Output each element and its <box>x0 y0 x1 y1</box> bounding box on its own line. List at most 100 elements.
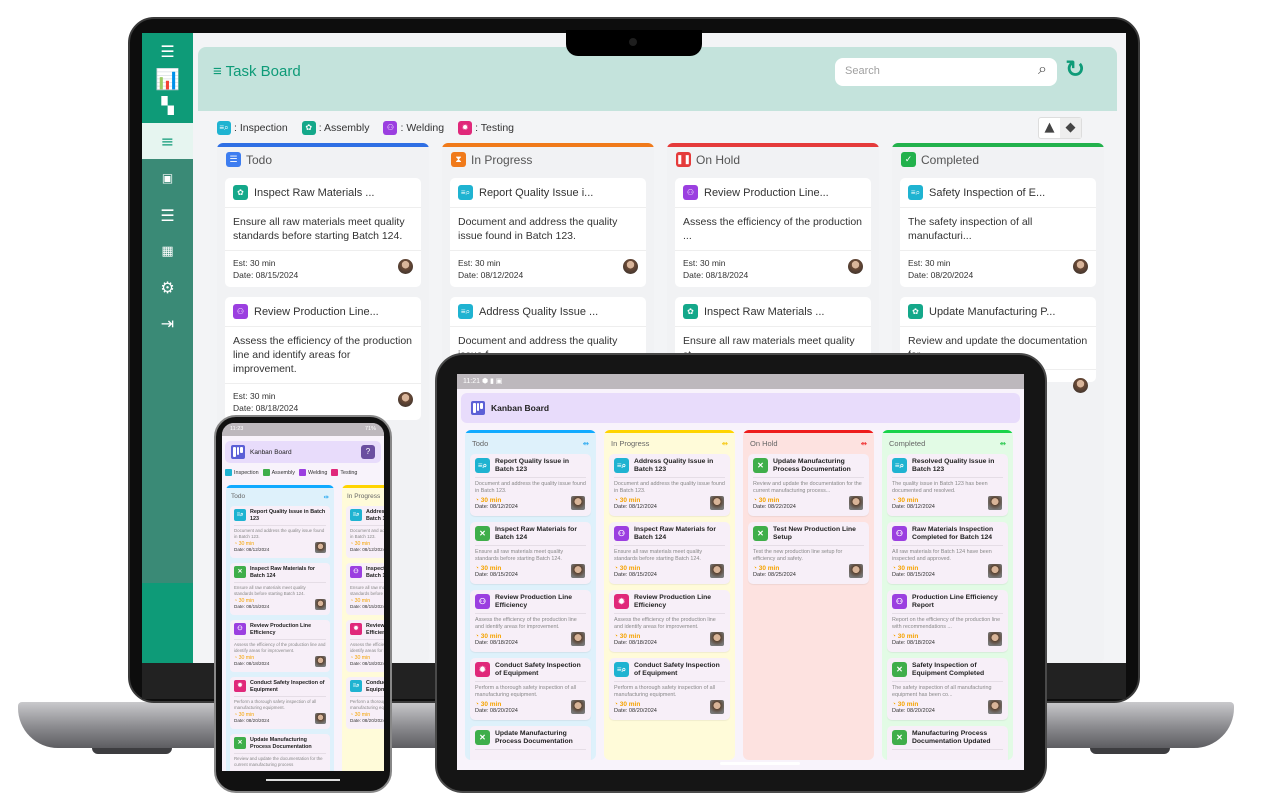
task-card[interactable]: ✹ Conduct Safety Inspection of Equipment P… <box>470 658 591 720</box>
tools-icon: ✕ <box>753 526 768 541</box>
task-card-title: ✹ Review Production Line Efficiency <box>350 623 384 640</box>
task-card[interactable]: ⚇ Review Production Line... Assess the eff… <box>675 178 871 287</box>
task-estimate: Est: 30 min <box>458 258 501 268</box>
task-card[interactable]: ✿ Inspect Raw Materials ... Ensure all raw… <box>225 178 421 287</box>
avatar[interactable] <box>849 496 863 510</box>
task-card[interactable]: ≡⌕ Conduct Safety Inspection of Equipment… <box>609 658 730 720</box>
task-board-icon[interactable]: ≡ <box>142 123 193 159</box>
task-estimate: ◔ 30 min <box>892 633 919 640</box>
task-card-title: ≡⌕ Address Quality Issue in Batch 123 <box>350 509 384 526</box>
task-card[interactable]: ⚇ Review Production Line Efficiency Assess… <box>470 590 591 652</box>
search-input[interactable]: Search ⌕ <box>835 58 1057 86</box>
home-indicator[interactable] <box>720 762 800 765</box>
collapse-icon[interactable]: ⇹ <box>583 439 589 448</box>
task-card[interactable]: ≡⌕ Resolved Quality Issue in Batch 123 The… <box>887 454 1008 516</box>
tablet-app-bar: Kanban Board <box>461 393 1020 423</box>
collapse-icon[interactable]: ⇹ <box>722 439 728 448</box>
task-card[interactable]: ✹ Review Production Line Efficiency Assess… <box>346 620 384 672</box>
collapse-icon[interactable]: ⇹ <box>1000 439 1006 448</box>
task-card[interactable]: ⚇ Inspect Raw Materials for Batch 124 Ensu… <box>346 563 384 615</box>
avatar[interactable] <box>988 632 1002 646</box>
avatar[interactable] <box>571 700 585 714</box>
task-card[interactable]: ✕ Test New Production Line Setup Test the … <box>748 522 869 584</box>
task-card[interactable]: ≡⌕ Report Quality Issue i... Document and … <box>450 178 646 287</box>
avatar[interactable] <box>1073 378 1088 393</box>
legend-label: : Inspection <box>234 121 288 134</box>
task-title: Conduct Safety Inspection of Equipment <box>250 680 325 693</box>
avatar[interactable] <box>848 259 863 274</box>
task-card[interactable]: ≡⌕ Report Quality Issue in Batch 123 Docum… <box>230 506 330 558</box>
collapse-icon[interactable]: ⇹ <box>324 493 329 501</box>
task-card[interactable]: ✹ Review Production Line Efficiency Assess… <box>609 590 730 652</box>
task-card[interactable]: ✕ Update Manufacturing Process Documentat… <box>230 734 330 771</box>
task-card[interactable]: ✕ Inspect Raw Materials for Batch 124 Ensu… <box>470 522 591 584</box>
task-footer: Est: 30 min Date: 08/15/2024 <box>225 251 421 287</box>
avatar[interactable] <box>623 259 638 274</box>
avatar[interactable] <box>849 564 863 578</box>
task-card[interactable]: ✹ Conduct Safety Inspection of Equipment P… <box>230 677 330 729</box>
search-icon[interactable]: ⌕ <box>1038 61 1047 79</box>
task-card[interactable]: ≡⌕ Conduct Safety Inspection of Equipment… <box>346 677 384 729</box>
task-card[interactable]: ⚇ Review Production Line... Assess the eff… <box>225 297 421 420</box>
collapse-icon[interactable]: ⇹ <box>861 439 867 448</box>
task-card[interactable]: ✕ Inspect Raw Materials for Batch 124 Ensu… <box>230 563 330 615</box>
task-card[interactable]: ≡⌕ Address Quality Issue in Batch 123 Docu… <box>346 506 384 558</box>
avatar[interactable] <box>1073 259 1088 274</box>
task-title: Inspect Raw Materials for Batch 124 <box>366 566 384 579</box>
task-card-title: ✕ Inspect Raw Materials for Batch 124 <box>234 566 326 583</box>
task-description: Document and address the quality issue f… <box>614 481 725 494</box>
task-title: Update Manufacturing Process Documentati… <box>495 730 573 745</box>
avatar[interactable] <box>398 392 413 407</box>
dashboard-icon[interactable]: ▚ <box>142 87 193 123</box>
task-card[interactable]: ⚇ Review Production Line Efficiency Assess… <box>230 620 330 672</box>
avatar[interactable] <box>710 632 724 646</box>
avatar[interactable] <box>710 496 724 510</box>
legend-label: Welding <box>307 469 328 476</box>
settings-icon[interactable]: ⚙ <box>142 269 193 305</box>
task-card[interactable]: ⚇ Raw Materials Inspection Completed for … <box>887 522 1008 584</box>
refresh-icon[interactable]: ↻ <box>1065 55 1085 83</box>
inspection-icon: ≡⌕ <box>908 185 923 200</box>
avatar[interactable] <box>988 564 1002 578</box>
list-icon[interactable]: ☰ <box>142 197 193 233</box>
avatar[interactable] <box>315 713 326 724</box>
calendar-icon[interactable]: ▦ <box>142 233 193 269</box>
column-title: In Progress <box>471 152 533 167</box>
warning-icon[interactable]: ▲ <box>1039 118 1060 138</box>
task-card[interactable]: ✕ Update Manufacturing Process Documentat… <box>748 454 869 516</box>
avatar[interactable] <box>988 700 1002 714</box>
avatar[interactable] <box>571 632 585 646</box>
shapes-icon[interactable]: ◆ <box>1060 118 1081 138</box>
avatar[interactable] <box>571 564 585 578</box>
avatar[interactable] <box>315 656 326 667</box>
task-card[interactable]: ⚇ Inspect Raw Materials for Batch 124 Ensu… <box>609 522 730 584</box>
assembly-icon: ✿ <box>233 185 248 200</box>
task-card[interactable]: ≡⌕ Address Quality Issue in Batch 123 Docu… <box>609 454 730 516</box>
reports-icon[interactable]: ▣ <box>142 160 193 196</box>
task-title: Review Production Line Efficiency <box>634 594 712 609</box>
task-card[interactable]: ≡⌕ Safety Inspection of E... The safety in… <box>900 178 1096 287</box>
inspection-icon: ≡⌕ <box>234 509 246 521</box>
logout-icon[interactable]: ⇥ <box>142 305 193 341</box>
inspection-icon: ≡⌕ <box>350 680 362 692</box>
avatar[interactable] <box>710 564 724 578</box>
task-card[interactable]: ✕ Safety Inspection of Equipment Complete… <box>887 658 1008 720</box>
task-estimate: ◔ 30 min <box>614 497 641 504</box>
avatar[interactable] <box>571 496 585 510</box>
avatar[interactable] <box>315 599 326 610</box>
avatar[interactable] <box>988 496 1002 510</box>
task-title: Inspect Raw Materials for Batch 124 <box>634 526 716 541</box>
avatar[interactable] <box>315 542 326 553</box>
avatar[interactable] <box>710 700 724 714</box>
column-title: In Progress <box>347 493 381 500</box>
help-button[interactable]: ? <box>361 445 375 459</box>
task-card[interactable]: ≡⌕ Report Quality Issue in Batch 123 Docum… <box>470 454 591 516</box>
task-card[interactable]: ⚇ Production Line Efficiency Report Report… <box>887 590 1008 652</box>
task-card-title: ✕ Safety Inspection of Equipment Complete… <box>892 662 1003 682</box>
task-card[interactable]: ✕ Manufacturing Process Documentation Upd… <box>887 726 1008 760</box>
view-toggle[interactable]: ▲ ◆ <box>1038 117 1082 139</box>
home-indicator[interactable] <box>266 779 340 781</box>
task-footer: Est: 30 min Date: 08/20/2024 <box>900 251 1096 287</box>
task-card[interactable]: ✕ Update Manufacturing Process Documentat… <box>470 726 591 760</box>
avatar[interactable] <box>398 259 413 274</box>
